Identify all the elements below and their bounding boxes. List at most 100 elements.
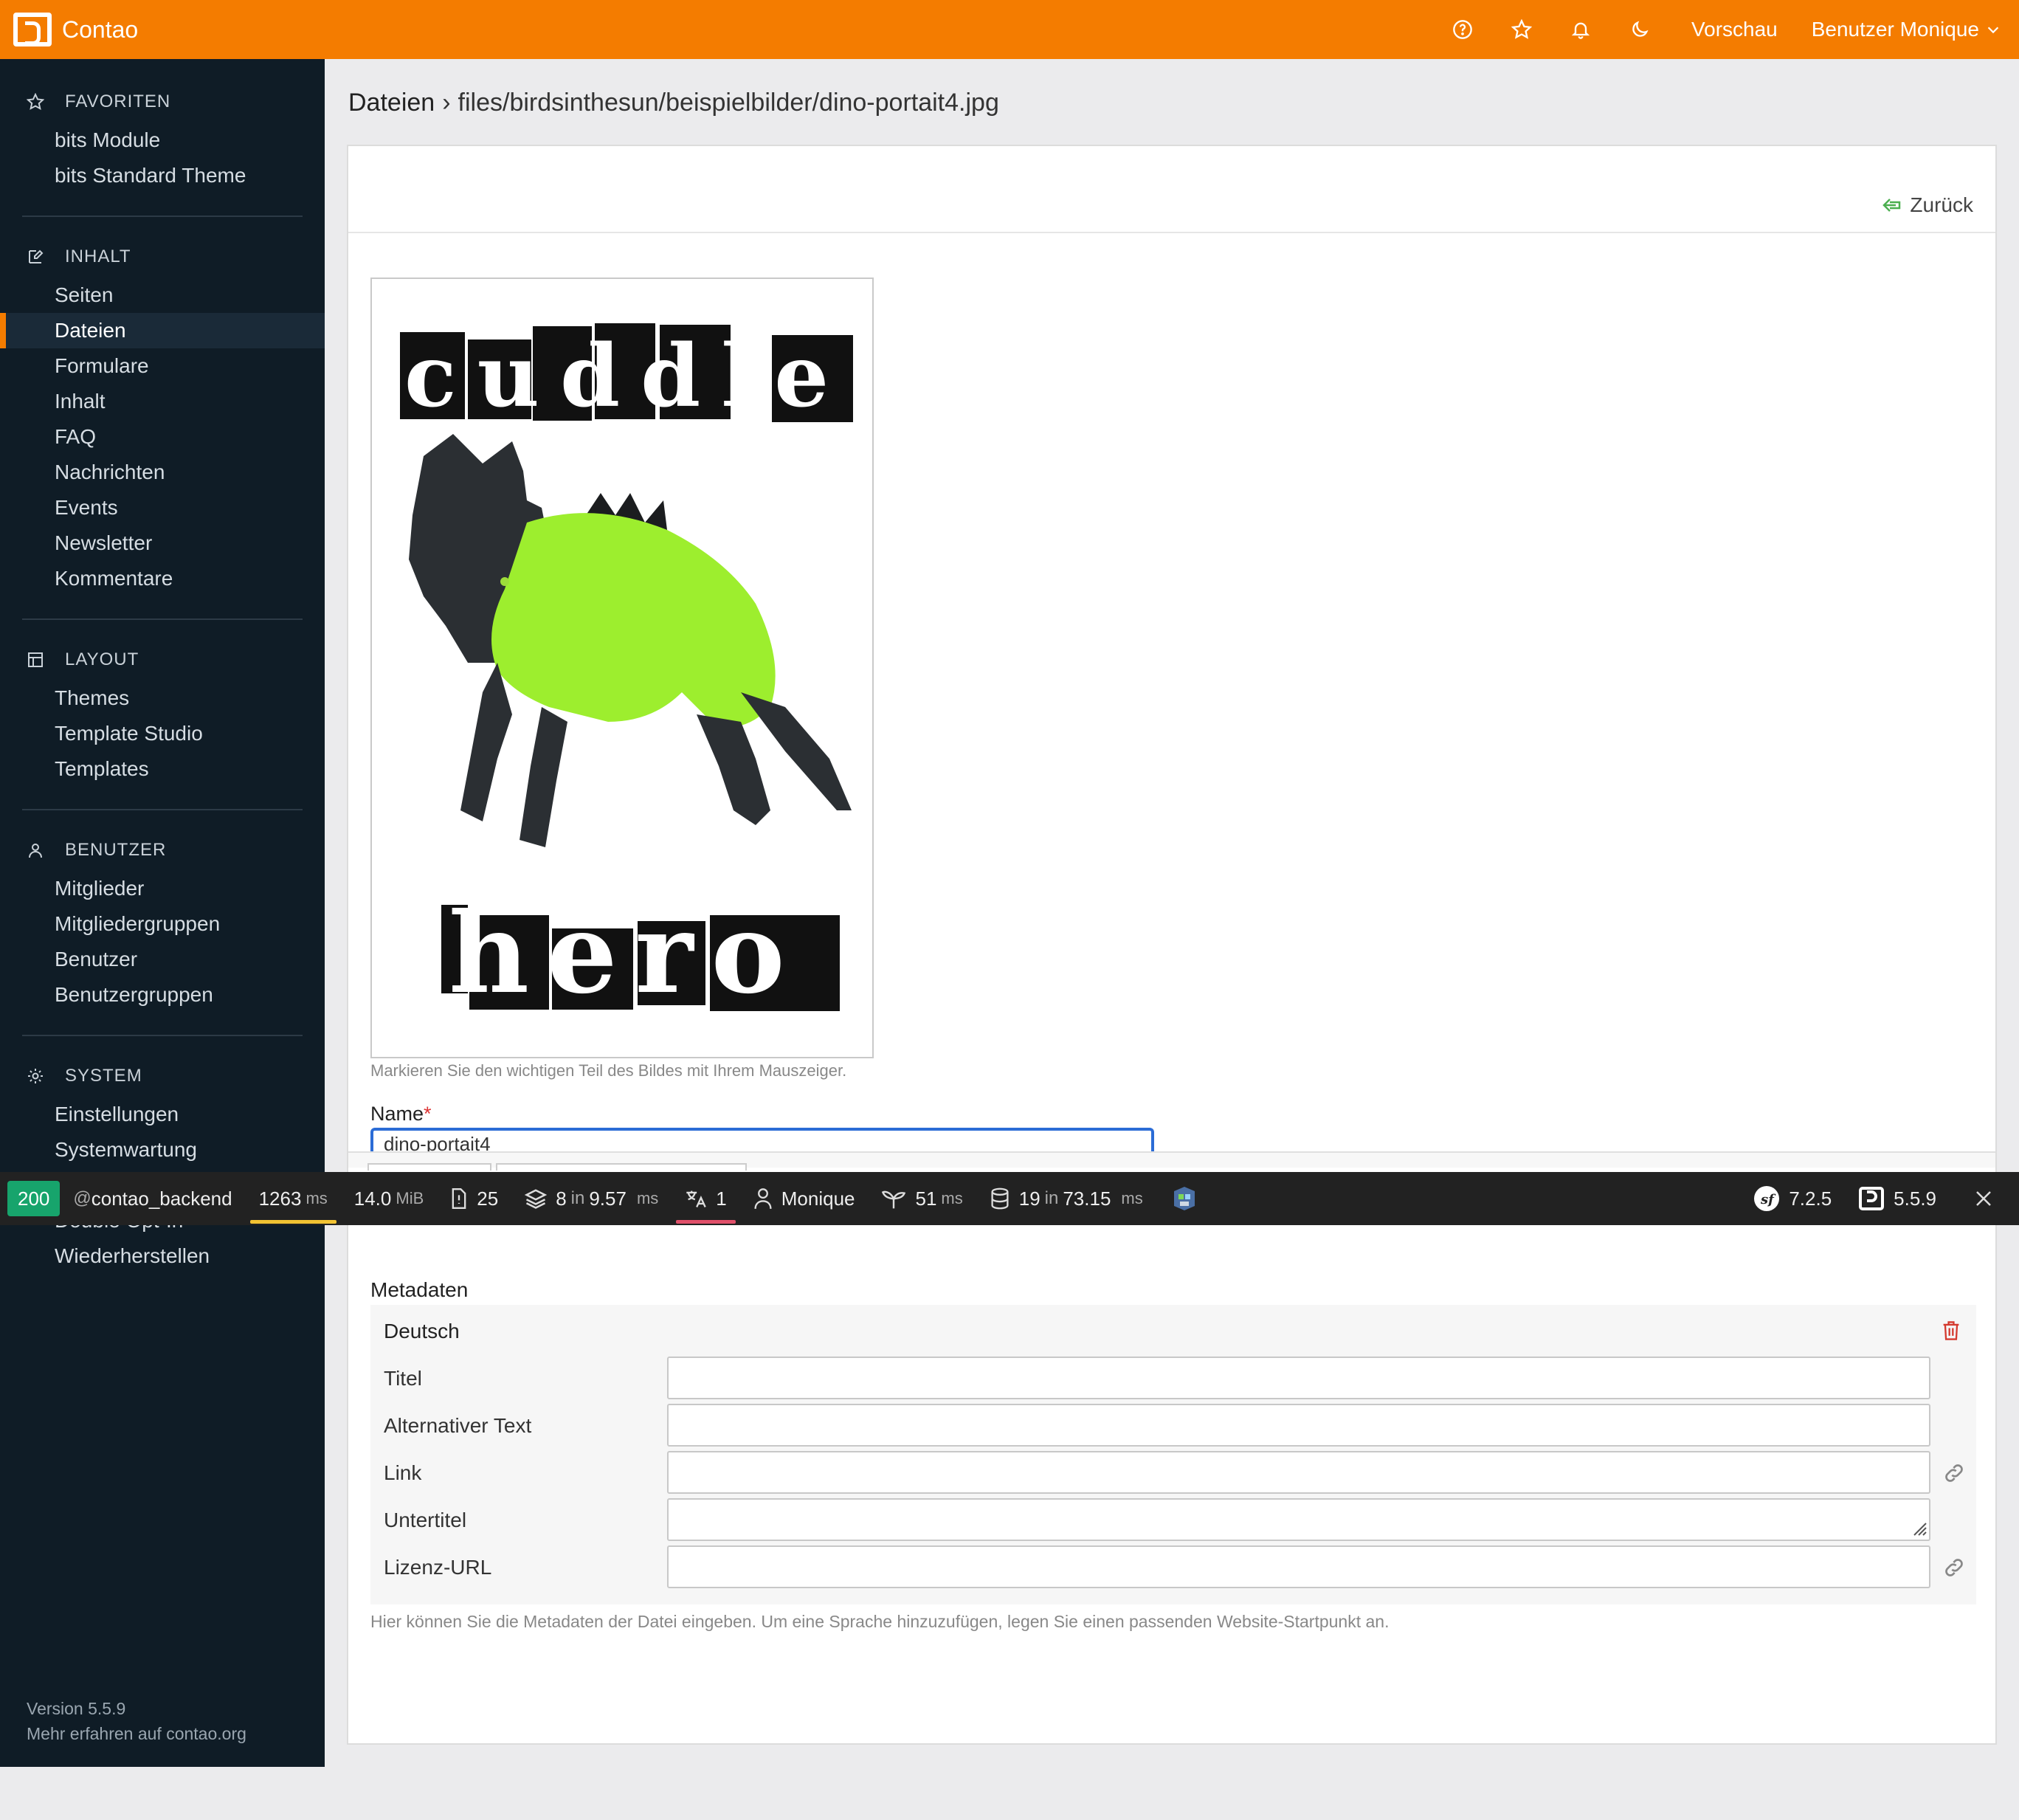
database-item[interactable]: 19 in 73.15 ms	[976, 1172, 1156, 1225]
route-item[interactable]: @ contao_backend	[60, 1172, 245, 1225]
sidebar-item-benutzergruppen[interactable]: Benutzergruppen	[0, 977, 325, 1013]
contao-debug-item[interactable]	[1156, 1172, 1221, 1225]
sidebar-item-benutzer[interactable]: Benutzer	[0, 942, 325, 977]
sidebar-item-einstellungen[interactable]: Einstellungen	[0, 1097, 325, 1132]
db-time: 73.15	[1063, 1187, 1111, 1210]
name-label: Name*	[370, 1103, 432, 1126]
cache-in: in	[570, 1188, 585, 1208]
logs-count: 25	[477, 1187, 499, 1210]
twig-item[interactable]: 51 ms	[868, 1172, 976, 1225]
breadcrumb-section[interactable]: Dateien	[348, 89, 435, 117]
image-top-letters: cuddle	[400, 323, 853, 427]
nav-group-title[interactable]: SYSTEM	[0, 1066, 325, 1086]
sidebar-item-bits-module[interactable]: bits Module	[0, 123, 325, 158]
sidebar-item-nachrichten[interactable]: Nachrichten	[0, 455, 325, 490]
nav-group-label: SYSTEM	[65, 1066, 142, 1086]
contao-icon	[1859, 1187, 1885, 1210]
nav-group-title[interactable]: FAVORITEN	[0, 92, 325, 112]
sidebar-item-systemwartung[interactable]: Systemwartung	[0, 1132, 325, 1168]
top-header: Contao Vorschau Benutzer Monique	[0, 0, 2019, 59]
nav-list: Themes Template Studio Templates	[0, 680, 325, 787]
sidebar-item-formulare[interactable]: Formulare	[0, 348, 325, 384]
link-icon[interactable]	[1942, 1461, 1966, 1489]
trash-icon[interactable]	[1941, 1320, 1961, 1345]
nav-list: Mitglieder Mitgliedergruppen Benutzer Benut…	[0, 871, 325, 1013]
sidebar-item-mitgliedergruppen[interactable]: Mitgliedergruppen	[0, 906, 325, 942]
cache-item[interactable]: 8 in 9.57 ms	[511, 1172, 672, 1225]
user-item[interactable]: Monique	[740, 1172, 869, 1225]
sidebar-item-templates[interactable]: Templates	[0, 751, 325, 787]
sidebar-item-newsletter[interactable]: Newsletter	[0, 525, 325, 561]
user-icon	[754, 1188, 772, 1209]
link-icon[interactable]	[1942, 1556, 1966, 1583]
metadata-row-lizenz-url: Lizenz-URL	[384, 1545, 1963, 1590]
metadata-untertitel-input[interactable]	[667, 1498, 1930, 1541]
hidden-field-top	[496, 1163, 747, 1171]
nav-list: Seiten Dateien Formulare Inhalt FAQ Nachricht…	[0, 278, 325, 596]
sidebar-item-mitglieder[interactable]: Mitglieder	[0, 871, 325, 906]
sidebar-item-inhalt[interactable]: Inhalt	[0, 384, 325, 419]
sidebar-item-kommentare[interactable]: Kommentare	[0, 561, 325, 596]
status-code-badge[interactable]: 200	[7, 1181, 61, 1216]
sidebar-item-events[interactable]: Events	[0, 490, 325, 525]
metadata-label: Alternativer Text	[384, 1414, 532, 1437]
moon-icon[interactable]	[1610, 0, 1669, 59]
toolbar-close-button[interactable]	[1950, 1172, 2019, 1225]
hidden-field-top	[367, 1163, 491, 1171]
nav-group-system: SYSTEMEinstellungenSystemwartungSystem-L…	[0, 1036, 325, 1274]
metadata-label: Lizenz-URL	[384, 1556, 492, 1579]
metadata-alternativer-text-input[interactable]	[667, 1404, 1930, 1447]
sidebar-item-themes[interactable]: Themes	[0, 680, 325, 716]
bell-icon[interactable]	[1551, 0, 1610, 59]
metadata-link-input[interactable]	[667, 1451, 1930, 1494]
sidebar-item-wiederherstellen[interactable]: Wiederherstellen	[0, 1238, 325, 1274]
log-file-icon	[452, 1188, 466, 1209]
toolbar-user: Monique	[781, 1187, 855, 1210]
help-icon[interactable]	[1433, 0, 1492, 59]
star-icon[interactable]	[1492, 0, 1551, 59]
sidebar-item-template-studio[interactable]: Template Studio	[0, 716, 325, 751]
toolbar-right: sf 7.2.5 5.5.9	[1740, 1172, 2019, 1225]
logs-item[interactable]: 25	[437, 1172, 511, 1225]
db-in: in	[1044, 1188, 1059, 1208]
translation-item[interactable]: 1	[672, 1172, 739, 1225]
metadata-lizenz-url-input[interactable]	[667, 1545, 1930, 1588]
user-menu[interactable]: Benutzer Monique	[1812, 18, 2001, 41]
metadata-hint: Hier können Sie die Metadaten der Datei …	[370, 1612, 1390, 1631]
sidebar-item-seiten[interactable]: Seiten	[0, 278, 325, 313]
nav-group-label: LAYOUT	[65, 649, 139, 669]
time-bar	[249, 1220, 336, 1224]
contao-version: 5.5.9	[1894, 1187, 1936, 1210]
edit-icon	[27, 248, 55, 266]
symfony-version-item[interactable]: sf 7.2.5	[1740, 1172, 1845, 1225]
back-button[interactable]: Zurück	[1882, 193, 1973, 217]
nav-group-label: INHALT	[65, 247, 131, 266]
sidebar-item-faq[interactable]: FAQ	[0, 419, 325, 455]
nav-group-title[interactable]: INHALT	[0, 247, 325, 267]
app-name: Contao	[62, 15, 139, 43]
user-icon	[27, 841, 55, 859]
memory-item[interactable]: 14.0 MiB	[341, 1172, 438, 1225]
nav-group-favoriten: FAVORITEN bits Module bits Standard Theme	[0, 59, 325, 193]
time-item[interactable]: 1263 ms	[246, 1172, 341, 1225]
back-arrow-icon	[1882, 199, 1901, 212]
metadata-titel-input[interactable]	[667, 1357, 1930, 1399]
sidebar-item-bits-standard-theme[interactable]: bits Standard Theme	[0, 158, 325, 193]
database-icon	[991, 1188, 1009, 1210]
contao-org-link[interactable]: Mehr erfahren auf contao.org	[27, 1721, 246, 1746]
back-label: Zurück	[1910, 193, 1973, 216]
nav-group-title[interactable]: LAYOUT	[0, 649, 325, 670]
resize-handle-icon[interactable]	[1910, 1519, 1927, 1537]
image-preview[interactable]: cuddle hero	[370, 278, 874, 1058]
route-name: contao_backend	[91, 1187, 232, 1210]
metadata-row-untertitel: Untertitel	[384, 1498, 1963, 1542]
contao-logo[interactable]: Contao	[13, 13, 138, 46]
route-prefix: @	[73, 1188, 92, 1208]
sidebar-item-dateien[interactable]: Dateien	[0, 313, 325, 348]
nav-group-label: BENUTZER	[65, 840, 167, 860]
preview-link[interactable]: Vorschau	[1691, 18, 1778, 41]
contao-debug-icon	[1173, 1187, 1195, 1210]
contao-version-item[interactable]: 5.5.9	[1845, 1172, 1950, 1225]
translate-icon	[686, 1190, 707, 1208]
nav-group-title[interactable]: BENUTZER	[0, 840, 325, 861]
